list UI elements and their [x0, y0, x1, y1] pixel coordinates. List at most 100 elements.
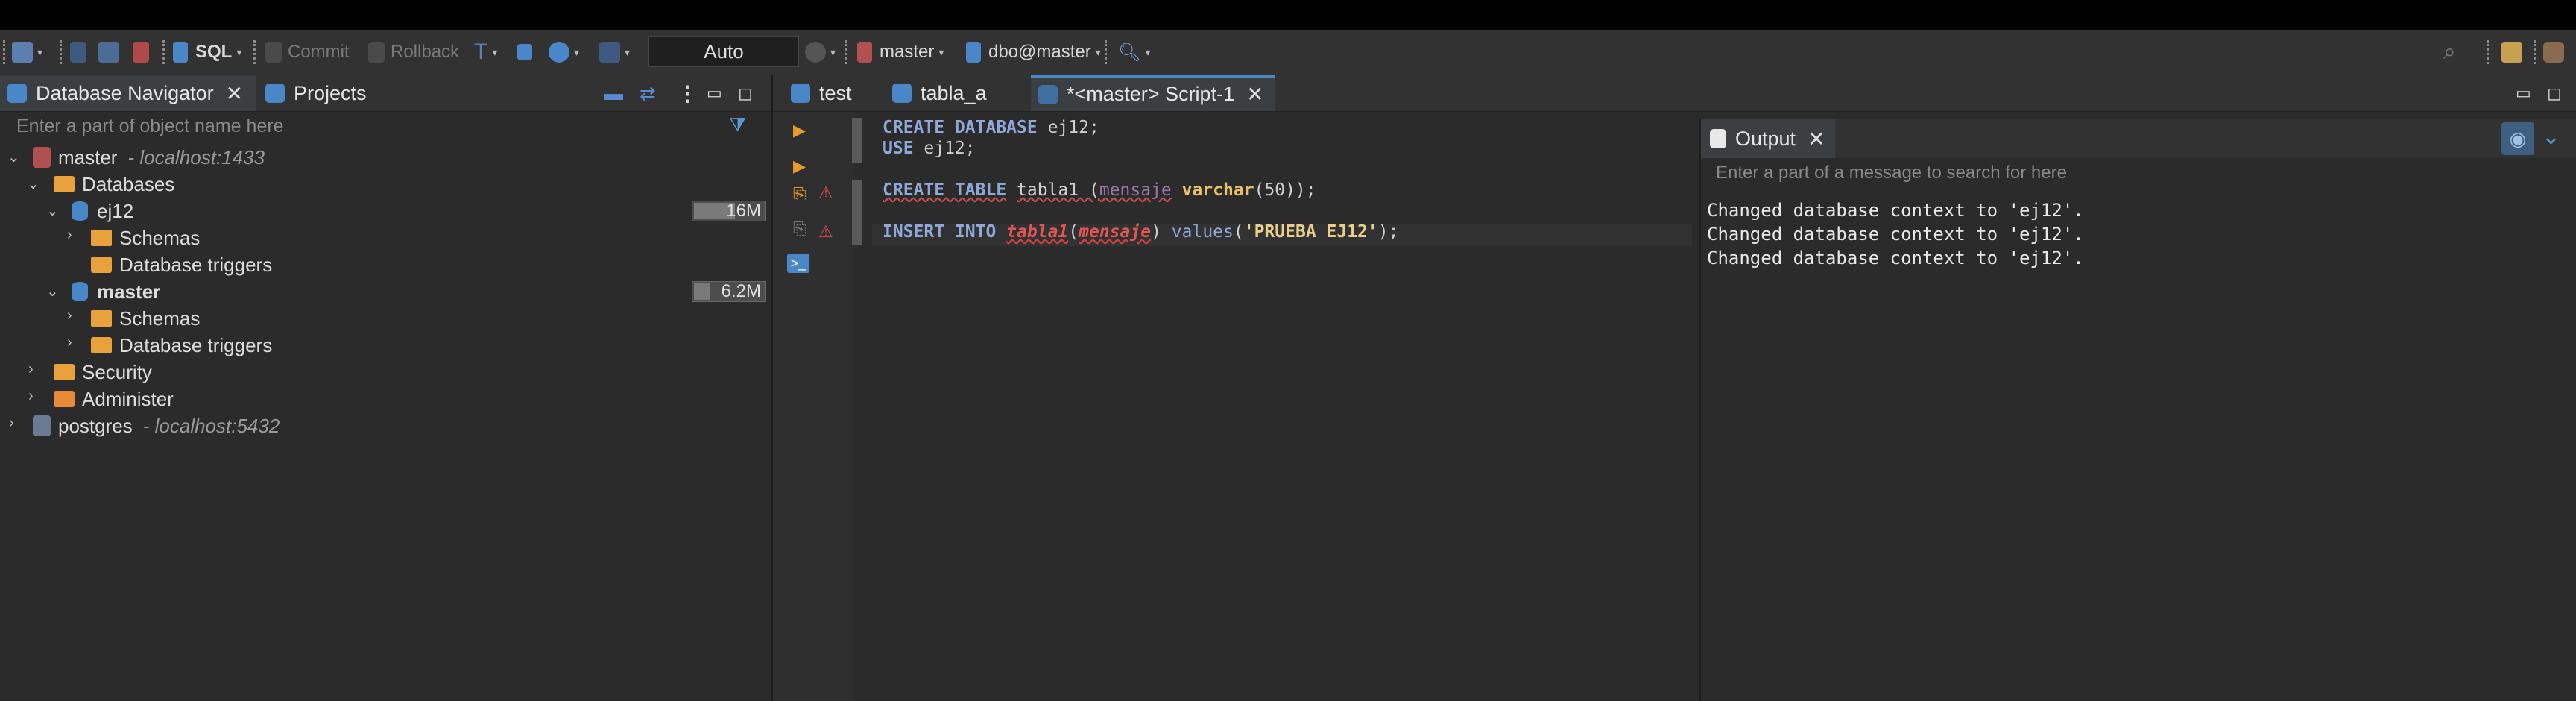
rollback-button[interactable]: Rollback: [368, 30, 459, 75]
tab-label: *<master> Script-1: [1067, 83, 1235, 105]
node-label: Administer: [82, 387, 174, 410]
sql-editor-button[interactable]: SQL ▾: [173, 30, 242, 75]
minimize-button[interactable]: ▭: [707, 75, 722, 111]
tree-node-master-triggers[interactable]: Database triggers: [91, 333, 272, 358]
schema-icon: [966, 42, 981, 63]
tab-script-1[interactable]: *<master> Script-1 ✕: [1031, 75, 1275, 111]
tree-node-postgres-connection[interactable]: postgres - localhost:5432: [33, 413, 280, 438]
funnel-icon: ⧩: [729, 113, 747, 136]
tab-label: Database Navigator: [36, 81, 214, 104]
invalidate-button[interactable]: [98, 30, 119, 75]
tree-node-security[interactable]: Security: [54, 359, 152, 385]
open-perspective-button[interactable]: [2501, 30, 2522, 75]
folder-icon: [54, 176, 75, 192]
transaction-mode-icon: T: [474, 40, 488, 64]
chevron-down-icon[interactable]: ⌄: [46, 201, 59, 220]
navigator-tab-bar: Database Navigator ✕ Projects ▬ ⇄ ⋮ ▭ ◻: [0, 75, 771, 112]
chevron-down-icon: ▾: [1145, 45, 1151, 58]
chevron-right-icon[interactable]: ›: [67, 227, 72, 244]
load-plan-icon[interactable]: ⎘: [793, 219, 806, 239]
tab-tabla-a[interactable]: tabla_a: [885, 75, 994, 111]
maximize-editor-button[interactable]: ◻: [2547, 75, 2562, 111]
chevron-down-icon: ▾: [1095, 45, 1101, 58]
show-output-toggle[interactable]: ◉: [2501, 122, 2534, 155]
tree-node-master-connection[interactable]: master - localhost:1433: [33, 145, 265, 170]
search-button[interactable]: 🔍︎ ▾: [1118, 30, 1151, 75]
new-connection-button[interactable]: ▾: [12, 30, 42, 75]
explain-plan-icon[interactable]: ⎘: [793, 185, 806, 204]
transaction-mode-field[interactable]: Auto: [648, 36, 799, 67]
chevron-right-icon[interactable]: ›: [28, 388, 34, 405]
tree-node-administer[interactable]: Administer: [54, 386, 174, 412]
perspective-icon: [2501, 42, 2522, 63]
chevron-right-icon[interactable]: ›: [28, 361, 34, 378]
code-line: CREATE DATABASE ej12;: [883, 118, 1099, 137]
toolbar-grip[interactable]: [3, 40, 8, 64]
history-button[interactable]: ▾: [805, 30, 836, 75]
close-icon[interactable]: ✕: [1246, 82, 1263, 107]
chevron-right-icon[interactable]: ›: [9, 415, 14, 432]
schemas-icon: [91, 230, 112, 246]
chevron-down-icon: ⌄: [2542, 125, 2561, 149]
commit-button[interactable]: Commit: [265, 30, 350, 75]
tree-node-ej12-schemas[interactable]: Schemas: [91, 225, 200, 251]
transaction-mode-button[interactable]: T ▾: [474, 30, 497, 75]
datasource-selector[interactable]: master ▾: [857, 30, 944, 75]
schemas-icon: [91, 310, 112, 327]
output-menu-button[interactable]: ⌄: [2542, 124, 2560, 150]
node-label: Schemas: [119, 307, 201, 330]
node-host: - localhost:5432: [142, 414, 280, 437]
lock-button[interactable]: [517, 30, 532, 75]
chevron-down-icon: ▾: [574, 45, 580, 58]
tree-node-ej12-triggers[interactable]: Database triggers: [91, 252, 272, 277]
node-label: Schemas: [119, 226, 201, 249]
global-search-button[interactable]: ⌕: [2443, 30, 2456, 75]
link-editor-button[interactable]: ⇄: [640, 75, 656, 111]
object-filter-input[interactable]: Enter a part of object name here: [16, 116, 284, 137]
maximize-button[interactable]: ◻: [738, 75, 753, 111]
tab-test[interactable]: test: [783, 75, 859, 111]
refresh-connection-icon: [98, 42, 119, 63]
dbeaver-perspective-button[interactable]: [2543, 30, 2564, 75]
chevron-down-icon[interactable]: ⌄: [7, 148, 20, 166]
terminal-icon[interactable]: >_: [787, 254, 809, 273]
database-icon: [72, 282, 88, 301]
node-host: - localhost:1433: [127, 145, 265, 169]
schema-selector[interactable]: dbo@master ▾: [966, 30, 1101, 75]
plan-button[interactable]: ▾: [599, 30, 630, 75]
chevron-down-icon[interactable]: ⌄: [46, 282, 59, 301]
view-menu-button[interactable]: ⋮: [677, 75, 698, 111]
close-icon[interactable]: ✕: [1808, 127, 1825, 151]
projects-icon: [265, 84, 285, 103]
tab-projects[interactable]: Projects: [258, 75, 374, 111]
database-icon: [72, 201, 88, 221]
output-search-input[interactable]: Enter a part of a message to search for …: [1716, 163, 2067, 183]
chevron-down-icon: ▾: [625, 45, 631, 58]
plan-icon: [599, 42, 620, 63]
tree-node-master-schemas[interactable]: Schemas: [91, 306, 200, 331]
filter-settings-button[interactable]: ⧩: [729, 113, 746, 137]
execute-statement-icon[interactable]: ▶: [793, 121, 806, 140]
connect-button[interactable]: [70, 30, 86, 75]
close-icon[interactable]: ✕: [226, 81, 243, 106]
sql-script-icon: [1038, 84, 1058, 104]
tab-database-navigator[interactable]: Database Navigator ✕: [0, 75, 257, 111]
tab-output[interactable]: Output ✕: [1701, 119, 1835, 158]
tree-node-databases[interactable]: Databases: [54, 172, 174, 197]
maximize-icon: ◻: [2547, 83, 2562, 104]
dashboard-button[interactable]: ▾: [549, 30, 579, 75]
disconnect-button[interactable]: [133, 30, 149, 75]
folder-icon: [54, 364, 75, 380]
connect-icon: [70, 42, 86, 63]
tree-node-master-db[interactable]: master: [72, 279, 160, 304]
chevron-right-icon[interactable]: ›: [67, 334, 72, 351]
execute-script-icon[interactable]: ▶: [793, 157, 806, 176]
chevron-down-icon[interactable]: ⌄: [27, 175, 40, 193]
minimize-editor-button[interactable]: ▭: [2516, 75, 2531, 111]
chevron-right-icon[interactable]: ›: [67, 307, 72, 324]
main-toolbar: ▾ SQL ▾ Commit Rollback T▾ ▾ ▾ ▾ master: [0, 30, 2576, 75]
tree-node-ej12[interactable]: ej12: [72, 198, 133, 224]
sql-editor[interactable]: [773, 112, 1697, 701]
sql-file-icon: [173, 42, 188, 63]
collapse-all-button[interactable]: ▬: [604, 75, 623, 111]
